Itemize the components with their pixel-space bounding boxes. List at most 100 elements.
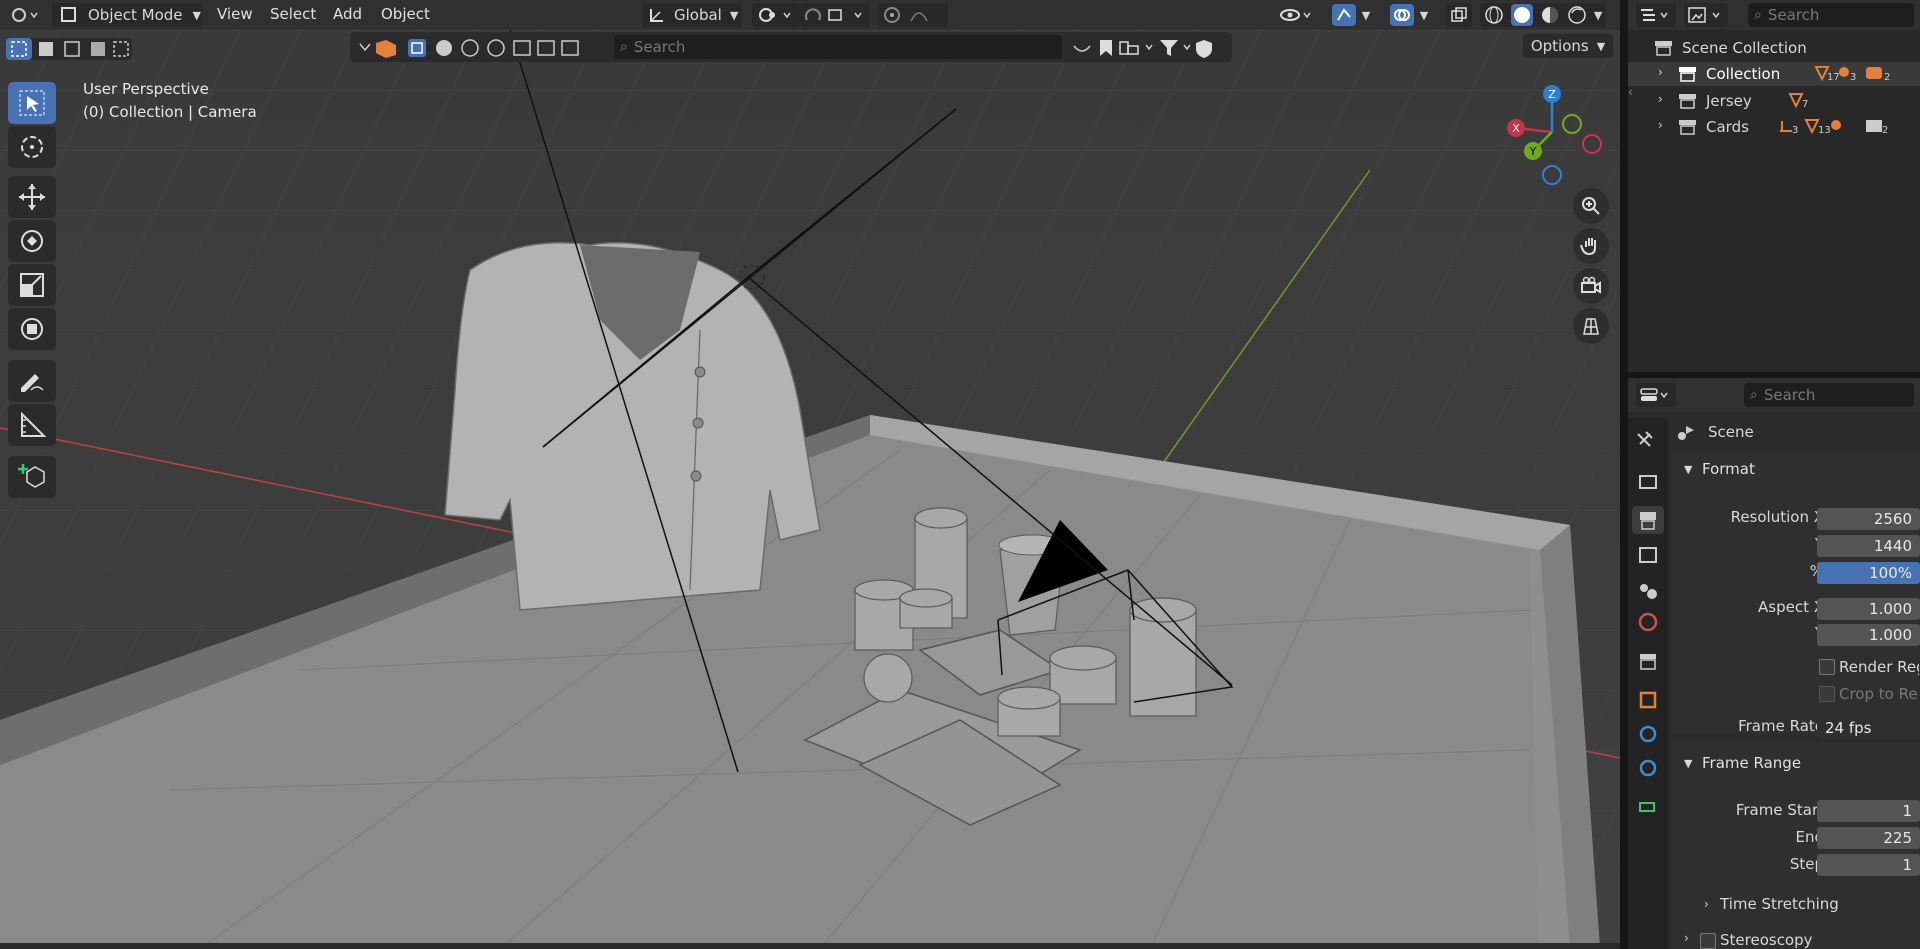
move-tool[interactable] (8, 176, 56, 218)
menu-object[interactable]: Object (381, 5, 430, 25)
chevron-right-icon[interactable]: › (1658, 92, 1663, 106)
frame-rate-dropdown[interactable]: 24 fps (1817, 717, 1920, 739)
resolution-x-field[interactable]: 2560 (1817, 508, 1920, 530)
xray-toggle[interactable] (1446, 3, 1472, 27)
properties-tab-icons[interactable] (1628, 418, 1668, 918)
format-panel-title[interactable]: Format (1702, 460, 1755, 478)
list-icon (1641, 9, 1668, 21)
editor-type-button[interactable] (6, 3, 42, 27)
pivot-point-dropdown[interactable] (752, 3, 800, 27)
transform-orientation-dropdown[interactable]: Global ▼ (642, 3, 742, 27)
chevron-down-icon[interactable]: ▼ (1684, 463, 1692, 476)
overlays-toggle[interactable]: ▼ (1384, 3, 1434, 27)
options-dropdown[interactable]: Options ▼ (1523, 34, 1613, 58)
menu-select[interactable]: Select (270, 5, 316, 25)
asset-bar-tools[interactable] (1070, 38, 1230, 58)
collapse-arrow-icon[interactable]: ‹ (1628, 85, 1633, 99)
pan-button[interactable] (1573, 228, 1609, 264)
tree-row-jersey[interactable]: › Jersey 7 (1628, 89, 1920, 113)
tree-row-scene-collection[interactable]: Scene Collection (1628, 36, 1920, 60)
aspect-y-field[interactable]: 1.000 (1817, 624, 1920, 646)
chevron-down-icon[interactable]: ▼ (1684, 757, 1692, 770)
tree-row-cards[interactable]: › Cards 3 13 2 (1628, 115, 1920, 139)
chevron-right-icon[interactable]: › (1684, 931, 1689, 945)
snap-dropdown[interactable] (800, 3, 870, 27)
resolution-pct-label: % (1688, 562, 1824, 580)
search-icon: ⌕ (620, 39, 628, 55)
outliner-search-input[interactable]: ⌕ Search (1748, 3, 1914, 27)
gizmo-x-label: X (1512, 122, 1520, 135)
shading-mode-group: ▼ (1480, 3, 1606, 27)
zoom-button[interactable] (1573, 188, 1609, 224)
chevron-down-icon[interactable]: ▼ (1594, 9, 1602, 22)
resolution-pct-slider[interactable]: 100% (1817, 562, 1920, 584)
stereoscopy-title[interactable]: Stereoscopy (1720, 931, 1813, 949)
view-context-label: (0) Collection | Camera (83, 103, 257, 121)
outliner-panel: ⌕ Search Scene Collection › Collection 1… (1628, 0, 1920, 372)
navigation-gizmo[interactable]: Z X Y (1500, 82, 1610, 192)
rotate-icon (21, 230, 43, 252)
aspect-y-label: Y (1688, 624, 1824, 642)
editor-type-icon (12, 8, 38, 22)
cursor-tool[interactable] (8, 126, 56, 168)
asset-search-input[interactable]: ⌕ Search (614, 35, 1062, 59)
time-stretching-subpanel[interactable]: Time Stretching (1720, 895, 1839, 913)
rotate-tool[interactable] (8, 220, 56, 262)
select-cursor-icon (19, 90, 45, 116)
annotate-tool[interactable] (8, 360, 56, 402)
measure-tool[interactable] (8, 404, 56, 446)
object-mode-icon (61, 7, 76, 22)
frame-step-field[interactable]: 1 (1817, 854, 1920, 876)
rendered-shading-icon[interactable] (1567, 5, 1587, 25)
properties-editor-type[interactable] (1636, 383, 1676, 407)
render-region-checkbox[interactable] (1819, 659, 1835, 675)
chevron-right-icon[interactable]: › (1658, 118, 1663, 132)
select-box-tool[interactable] (8, 82, 56, 124)
frame-range-title[interactable]: Frame Range (1702, 754, 1801, 772)
visibility-dropdown[interactable] (1276, 3, 1316, 27)
display-mode-dropdown[interactable] (1684, 3, 1728, 27)
tree-row-collection[interactable]: › Collection 17 3 2 (1628, 62, 1920, 86)
frame-step-label: Step (1789, 855, 1824, 873)
add-cube-tool[interactable] (8, 456, 56, 498)
mesh-count: 7 (1802, 99, 1809, 110)
solid-shading-icon[interactable] (1510, 4, 1533, 26)
render-region-label: Render Region (1839, 658, 1919, 676)
3d-viewport[interactable]: ⌕ Search Options ▼ User Perspective (0) … (0, 30, 1620, 949)
stereoscopy-checkbox[interactable] (1700, 933, 1716, 949)
resolution-y-field[interactable]: 1440 (1817, 535, 1920, 557)
ruler-icon (21, 411, 47, 437)
camera-icon (1581, 276, 1601, 294)
aspect-x-field[interactable]: 1.000 (1817, 598, 1920, 620)
move-arrows-icon (19, 184, 45, 210)
material-shading-icon[interactable] (1540, 5, 1560, 25)
chevron-right-icon[interactable]: › (1704, 897, 1709, 911)
orientation-label: Global (674, 6, 722, 24)
outliner-editor-type[interactable] (1636, 3, 1676, 27)
asset-filter-icons[interactable] (358, 38, 618, 58)
frame-end-field[interactable]: 225 (1817, 827, 1920, 849)
gizmo-toggle[interactable]: ▼ (1326, 3, 1376, 27)
frame-start-field[interactable]: 1 (1817, 800, 1920, 822)
viewport-bottom-strip (0, 943, 1620, 949)
proportional-editing-button[interactable] (878, 3, 948, 27)
frame-start-label: Frame Start (1735, 801, 1824, 819)
ortho-toggle-button[interactable] (1573, 308, 1609, 344)
selection-mode-icons[interactable] (6, 38, 132, 60)
properties-search-input[interactable]: ⌕ Search (1744, 383, 1914, 407)
empty-count: 3 (1792, 125, 1799, 136)
area-divider[interactable] (1620, 0, 1628, 949)
jersey-label: Jersey (1706, 92, 1752, 110)
chevron-right-icon[interactable]: › (1658, 65, 1663, 79)
menu-view[interactable]: View (217, 5, 253, 25)
crop-region-checkbox[interactable] (1819, 686, 1835, 702)
wireframe-shading-icon[interactable] (1484, 5, 1504, 25)
collection-icon (1679, 94, 1696, 109)
transform-tool[interactable] (8, 308, 56, 350)
scale-tool[interactable] (8, 264, 56, 306)
menu-add[interactable]: Add (333, 5, 362, 25)
collection-icon (1679, 120, 1696, 135)
camera-view-button[interactable] (1573, 268, 1609, 304)
mode-dropdown[interactable]: Object Mode ▼ (52, 3, 202, 27)
scale-icon (20, 273, 44, 297)
